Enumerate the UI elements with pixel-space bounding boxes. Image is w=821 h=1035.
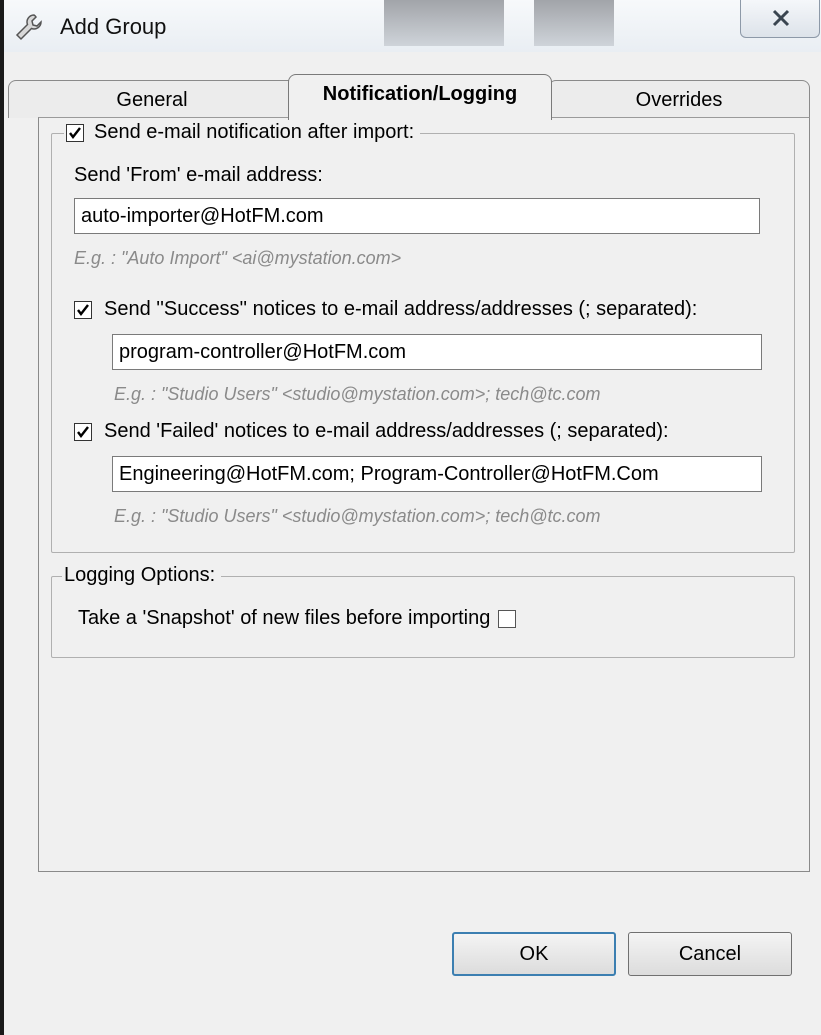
tab-general[interactable]: General [8,80,296,118]
from-hint: E.g. : "Auto Import" <ai@mystation.com> [74,248,402,268]
failed-row: Send 'Failed' notices to e-mail address/… [74,420,669,443]
add-group-dialog: Add Group General Notification/Logging O… [0,0,821,1035]
snapshot-checkbox[interactable] [498,609,517,628]
success-row: Send ''Success'' notices to e-mail addre… [74,298,697,321]
logging-title-row: Logging Options: [62,564,222,587]
blurred-region [384,0,504,46]
failed-hint: E.g. : "Studio Users" <studio@mystation.… [114,506,601,526]
cancel-button[interactable]: Cancel [628,932,792,976]
checkmark-icon [77,425,89,438]
checkmark-icon [69,126,81,139]
tab-notification-logging[interactable]: Notification/Logging [288,74,552,120]
tab-label: Notification/Logging [322,83,518,105]
blurred-region [534,0,614,46]
tab-label: General [116,89,188,111]
from-label-row: Send 'From' e-mail address: [74,164,323,187]
snapshot-label: Take a 'Snapshot' of new files before im… [78,607,491,629]
from-email-input[interactable]: auto-importer@HotFM.com [74,198,760,234]
close-x-icon [772,9,790,27]
tab-strip: General Notification/Logging Overrides [4,74,821,120]
logging-options-group: Logging Options: Take a 'Snapshot' of ne… [51,564,795,658]
success-label: Send ''Success'' notices to e-mail addre… [104,298,698,320]
window-title: Add Group [60,14,167,39]
email-enable-row: Send e-mail notification after import: [64,121,421,144]
tab-label: Overrides [635,89,723,111]
tab-panel: Send e-mail notification after import: S… [38,117,810,872]
failed-email-input[interactable]: Engineering@HotFM.com; Program-Controlle… [112,456,762,492]
checkmark-icon [77,303,89,316]
close-button[interactable] [740,0,820,38]
logging-title: Logging Options: [64,564,216,586]
failed-checkbox[interactable] [74,422,92,441]
ok-button[interactable]: OK [452,932,616,976]
from-label: Send 'From' e-mail address: [74,164,323,186]
snapshot-row: Take a 'Snapshot' of new files before im… [78,607,517,630]
email-enable-label: Send e-mail notification after import: [94,121,415,143]
tab-overrides[interactable]: Overrides [548,80,810,118]
failed-label: Send 'Failed' notices to e-mail address/… [104,420,669,442]
email-notification-group: Send e-mail notification after import: S… [51,121,795,553]
title-bar: Add Group [4,0,821,52]
email-enable-checkbox[interactable] [66,123,84,142]
success-email-input[interactable]: program-controller@HotFM.com [112,334,762,370]
success-checkbox[interactable] [74,300,92,319]
success-hint: E.g. : "Studio Users" <studio@mystation.… [114,384,601,404]
wrench-icon [15,14,42,41]
